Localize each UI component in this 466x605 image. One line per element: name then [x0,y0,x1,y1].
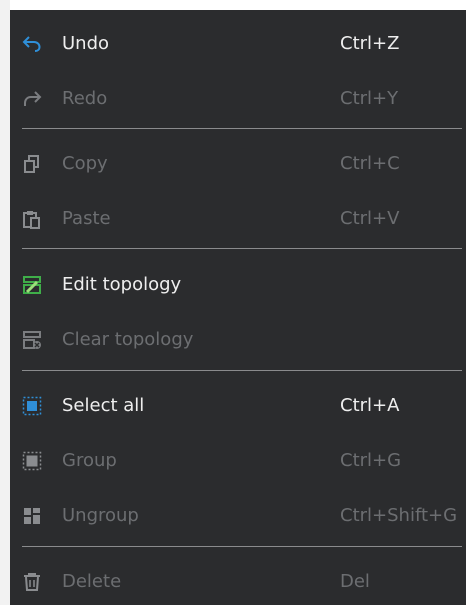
context-menu: Undo Ctrl+Z Redo Ctrl+Y Copy Ctrl+C Past… [10,10,466,605]
clear-topology-icon [22,330,42,350]
menu-item-shortcut: Ctrl+C [340,153,400,174]
edit-topology-icon [22,275,42,295]
menu-item-label: Select all [62,395,145,416]
menu-item-copy[interactable]: Copy Ctrl+C [10,142,466,186]
group-icon [22,451,42,471]
menu-item-redo[interactable]: Redo Ctrl+Y [10,77,466,121]
menu-item-clear-topology[interactable]: Clear topology [10,318,466,362]
select-all-icon [22,396,42,416]
redo-icon [22,89,42,109]
menu-item-shortcut: Ctrl+G [340,450,402,471]
paste-icon [22,209,42,229]
menu-item-group[interactable]: Group Ctrl+G [10,439,466,483]
menu-item-shortcut: Ctrl+Shift+G [340,505,458,526]
copy-icon [22,154,42,174]
menu-item-shortcut: Ctrl+V [340,208,400,229]
menu-item-label: Ungroup [62,505,139,526]
menu-item-label: Edit topology [62,274,182,295]
backdrop [0,0,10,605]
menu-item-shortcut: Del [340,571,370,592]
menu-item-label: Group [62,450,117,471]
menu-item-select-all[interactable]: Select all Ctrl+A [10,384,466,428]
menu-item-shortcut: Ctrl+Y [340,88,399,109]
ungroup-icon [22,506,42,526]
menu-item-label: Undo [62,33,110,54]
menu-separator [22,248,462,249]
menu-item-delete[interactable]: Delete Del [10,560,466,604]
menu-item-shortcut: Ctrl+A [340,395,400,416]
menu-item-label: Copy [62,153,108,174]
menu-item-undo[interactable]: Undo Ctrl+Z [10,22,466,66]
menu-item-label: Paste [62,208,111,229]
menu-separator [22,546,462,547]
menu-item-paste[interactable]: Paste Ctrl+V [10,197,466,241]
menu-item-shortcut: Ctrl+Z [340,33,400,54]
delete-icon [22,572,42,592]
menu-item-ungroup[interactable]: Ungroup Ctrl+Shift+G [10,494,466,538]
undo-icon [22,34,42,54]
menu-separator [22,370,462,371]
menu-item-label: Redo [62,88,108,109]
menu-item-edit-topology[interactable]: Edit topology [10,263,466,307]
menu-separator [22,128,462,129]
menu-item-label: Clear topology [62,329,194,350]
menu-item-label: Delete [62,571,122,592]
